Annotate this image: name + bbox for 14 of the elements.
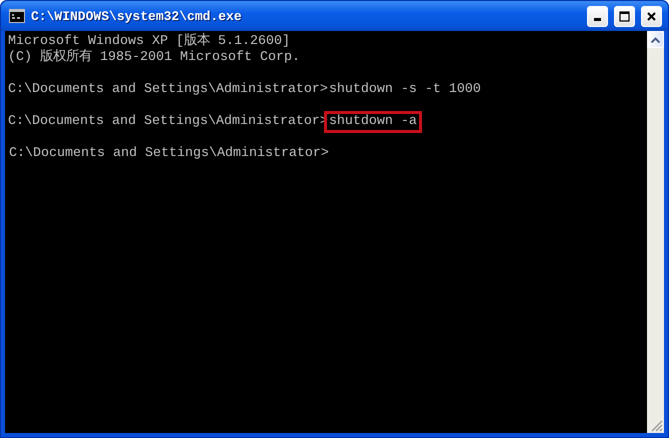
caret-up-icon bbox=[651, 36, 660, 42]
maximize-icon bbox=[618, 10, 631, 22]
command-prompt: C:\Documents and Settings\Administrator> bbox=[8, 145, 330, 163]
window-title: C:\WINDOWS\system32\cmd.exe bbox=[31, 8, 243, 24]
console-text: Microsoft Windows XP [版本 5.1.2600] bbox=[8, 34, 291, 49]
scroll-up-button[interactable] bbox=[647, 31, 664, 48]
close-icon bbox=[645, 10, 658, 22]
minimize-icon bbox=[594, 18, 601, 20]
console-icon bbox=[9, 9, 25, 23]
maximize-button[interactable] bbox=[614, 6, 635, 26]
command-prompt: C:\Documents and Settings\Administrator> bbox=[8, 82, 328, 97]
minimize-button[interactable] bbox=[587, 6, 608, 26]
close-button[interactable] bbox=[641, 6, 662, 26]
console-text: (C) 版权所有 1985-2001 Microsoft Corp. bbox=[8, 50, 301, 66]
